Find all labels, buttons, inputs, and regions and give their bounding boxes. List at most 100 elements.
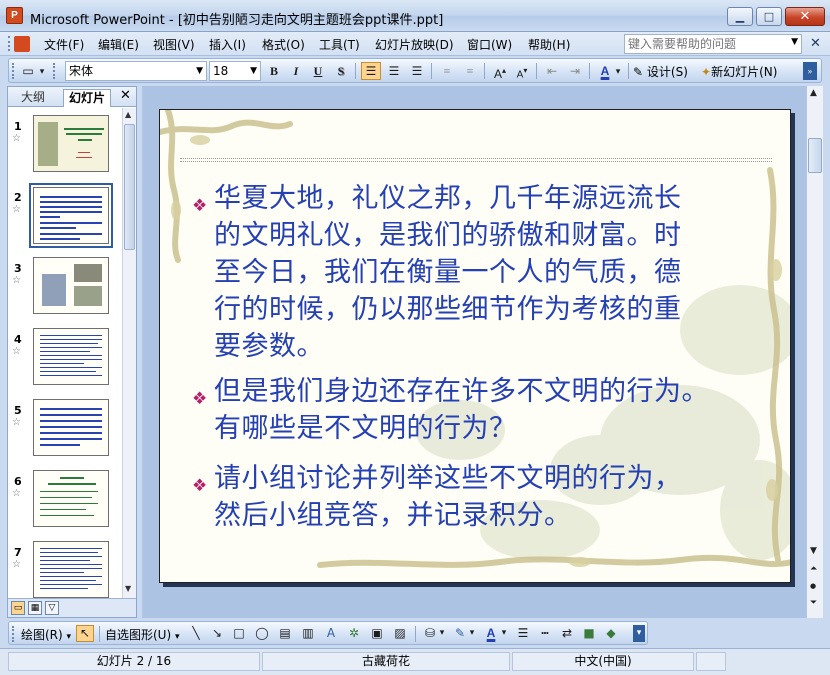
chevron-down-icon[interactable]: ▾ [499,625,509,642]
slide-sorter-icon[interactable]: ▦ [28,601,42,615]
menu-window[interactable]: 窗口(W) [467,36,512,53]
shadow-button[interactable]: S [331,62,351,80]
next-slide-icon[interactable]: ⏷ [810,598,817,608]
arrow-style-icon[interactable]: ⇄ [558,625,576,642]
thumbnail-line [40,408,102,410]
decrease-indent-icon[interactable]: ⇤ [542,62,562,80]
thumbnail-line [40,438,102,440]
bullet-point-1[interactable]: ❖ 华夏大地，礼仪之邦，几千年源远流长 的文明礼仪，是我们的骄傲和财富。时 至今… [192,180,784,365]
picture-icon[interactable]: ▨ [391,625,409,642]
numbering-icon[interactable]: ≡ [437,62,457,80]
thumbnail-line [76,157,92,158]
slide-scrollbar[interactable]: ▲ ▼ ⏶ ● ⏷ [806,86,823,618]
select-objects-icon[interactable]: ↖ [76,625,94,642]
scroll-up-icon[interactable]: ▲ [125,110,131,119]
toolbar-options-icon[interactable]: ▾ [37,62,47,80]
draw-menu-button[interactable]: 绘图(R) ▾ [21,626,71,643]
normal-view-icon[interactable]: ▭ [11,601,25,615]
textbox-icon[interactable]: ▤ [276,625,294,642]
bullet-point-3[interactable]: ❖ 请小组讨论并列举这些不文明的行为， 然后小组竞答，并记录积分。 [192,460,784,534]
close-panel-icon[interactable]: ✕ [120,88,131,103]
toolbar-grip[interactable] [12,626,15,642]
font-size-select[interactable]: 18 ▼ [209,61,261,81]
help-search-input[interactable] [625,35,785,53]
increase-font-icon[interactable]: A▴ [490,62,510,81]
toolbar-grip[interactable] [12,63,15,79]
toolbar-overflow-icon[interactable]: » [803,62,817,80]
toolbar-grip-2[interactable] [53,63,56,79]
bold-button[interactable]: B [264,62,284,80]
thumbnail-line [40,355,102,356]
scroll-down-icon[interactable]: ▼ [125,584,131,593]
line-icon[interactable]: ╲ [187,625,205,642]
increase-indent-icon[interactable]: ⇥ [565,62,585,80]
menu-grip[interactable] [8,36,11,51]
current-slide[interactable]: ❖ 华夏大地，礼仪之邦，几千年源远流长 的文明礼仪，是我们的骄傲和财富。时 至今… [159,109,791,583]
slideshow-view-icon[interactable]: ▽ [45,601,59,615]
decrease-font-icon[interactable]: A▾ [512,62,532,80]
align-center-button[interactable]: ☰ [384,62,404,80]
thumbnail-line [40,363,84,364]
menu-insert[interactable]: 插入(I) [209,36,246,53]
menu-slideshow[interactable]: 幻灯片放映(D) [375,36,454,53]
design-button[interactable]: ✎ 设计(S) [633,63,688,80]
chevron-down-icon[interactable]: ▼ [791,37,798,47]
chevron-down-icon[interactable]: ▾ [613,62,623,80]
align-left-button[interactable]: ☰ [361,62,381,80]
autoshapes-button[interactable]: 自选图形(U) ▾ [105,626,180,643]
scroll-up-icon[interactable]: ▲ [810,88,817,98]
3d-style-icon[interactable]: ◆ [602,625,620,642]
new-slide-button[interactable]: ✦新幻灯片(N) [701,63,777,80]
oval-icon[interactable]: ◯ [253,625,271,642]
slide-thumbnail-4[interactable] [33,328,109,385]
arrow-icon[interactable]: ↘ [208,625,226,642]
maximize-button[interactable]: □ [756,7,782,26]
tab-slides[interactable]: 幻灯片 [63,89,112,107]
previous-slide-icon[interactable]: ⏶ [810,564,817,574]
align-right-button[interactable]: ☰ [407,62,427,80]
scroll-down-icon[interactable]: ▼ [810,546,817,556]
powerpoint-app-icon[interactable]: P [6,7,23,24]
help-search-box[interactable]: ▼ [624,34,802,54]
font-name-select[interactable]: 宋体 ▼ [65,61,207,81]
chevron-down-icon[interactable]: ▾ [437,625,447,642]
bullet-point-2[interactable]: ❖ 但是我们身边还存在许多不文明的行为。 有哪些是不文明的行为？ [192,373,784,447]
toolbar-overflow-icon[interactable]: ▾ [633,625,645,642]
slide-thumbnail-2[interactable] [29,183,113,248]
menu-help[interactable]: 帮助(H) [528,36,570,53]
slide-thumbnail-1[interactable] [33,115,109,172]
menu-edit[interactable]: 编辑(E) [98,36,139,53]
slide-thumbnail-7[interactable] [33,541,109,598]
thumbnails-scrollbar[interactable]: ▲ ▼ [122,108,136,598]
menu-tools[interactable]: 工具(T) [319,36,360,53]
close-document-icon[interactable]: ✕ [810,36,821,51]
select-browse-object-icon[interactable]: ● [810,582,816,590]
slide-thumbnail-3[interactable] [33,257,109,314]
tab-outline[interactable]: 大纲 [16,89,50,107]
font-color-icon[interactable]: A [482,625,500,642]
menu-view[interactable]: 视图(V) [153,36,195,53]
diagram-icon[interactable]: ✲ [345,625,363,642]
clipart-icon[interactable]: ▣ [368,625,386,642]
slide-thumbnail-6[interactable] [33,470,109,527]
wordart-icon[interactable]: A [322,625,340,642]
bullets-icon[interactable]: ≡ [460,62,480,80]
dash-style-icon[interactable]: ┅ [536,625,554,642]
close-window-button[interactable]: ✕ [785,7,825,26]
scrollbar-thumb[interactable] [808,138,822,173]
line-style-icon[interactable]: ☰ [514,625,532,642]
chevron-down-icon[interactable]: ▾ [467,625,477,642]
new-document-icon[interactable]: ▭ [18,62,38,80]
document-menu-icon[interactable] [14,36,30,52]
underline-button[interactable]: U [308,62,328,80]
slide-thumbnail-5[interactable] [33,399,109,456]
rectangle-icon[interactable]: □ [230,625,248,642]
menu-file[interactable]: 文件(F) [44,36,84,53]
shadow-style-icon[interactable]: ■ [580,625,598,642]
minimize-button[interactable]: ▁ [727,7,753,26]
menu-format[interactable]: 格式(O) [262,36,305,53]
scrollbar-thumb[interactable] [124,124,135,250]
italic-button[interactable]: I [286,62,306,80]
vertical-textbox-icon[interactable]: ▥ [299,625,317,642]
font-color-icon[interactable]: A [595,62,615,80]
